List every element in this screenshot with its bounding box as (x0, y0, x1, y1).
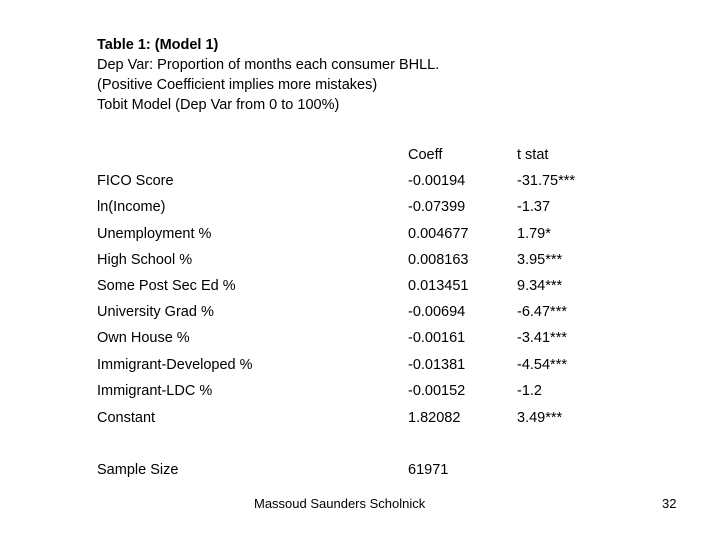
column-header-coeff: Coeff (408, 147, 443, 163)
row-tstat: -1.37 (517, 199, 551, 215)
table-title: Table 1: (Model 1) (97, 37, 219, 53)
row-label: Immigrant-Developed % (97, 357, 253, 373)
row-label: FICO Score (97, 173, 174, 189)
row-coeff: -0.01381 (408, 357, 466, 373)
row-coeff: -0.07399 (408, 199, 466, 215)
row-coeff: -0.00694 (408, 304, 466, 320)
page-number: 32 (662, 496, 677, 511)
row-tstat: -4.54*** (517, 357, 567, 373)
row-label: Immigrant-LDC % (97, 383, 213, 399)
row-label: University Grad % (97, 304, 214, 320)
row-label: Constant (97, 410, 156, 426)
row-coeff: 1.82082 (408, 410, 461, 426)
row-coeff: 0.004677 (408, 226, 469, 242)
row-label: Some Post Sec Ed % (97, 278, 236, 294)
row-label: Own House % (97, 330, 190, 346)
row-coeff: 0.013451 (408, 278, 469, 294)
sample-size-label: Sample Size (97, 462, 179, 478)
row-label: High School % (97, 252, 193, 268)
row-tstat: -1.2 (517, 383, 542, 399)
row-tstat: 3.95*** (517, 252, 563, 268)
model-description-line: Tobit Model (Dep Var from 0 to 100%) (97, 97, 340, 113)
row-tstat: 1.79* (517, 226, 551, 242)
row-coeff: -0.00194 (408, 173, 466, 189)
slide-header: Table 1: (Model 1) Dep Var: Proportion o… (97, 35, 439, 115)
row-coeff: -0.00152 (408, 383, 466, 399)
row-tstat: -3.41*** (517, 330, 567, 346)
row-tstat: 9.34*** (517, 278, 563, 294)
row-label: ln(Income) (97, 199, 166, 215)
coefficient-note-line: (Positive Coefficient implies more mista… (97, 77, 378, 93)
row-coeff: 0.008163 (408, 252, 469, 268)
row-tstat: -31.75*** (517, 173, 576, 189)
column-header-tstat: t stat (517, 147, 549, 163)
row-coeff: -0.00161 (408, 330, 466, 346)
sample-size-value: 61971 (408, 462, 449, 478)
footer-authors: Massoud Saunders Scholnick (254, 496, 426, 511)
dependent-variable-line: Dep Var: Proportion of months each consu… (97, 57, 440, 73)
row-tstat: -6.47*** (517, 304, 567, 320)
row-label: Unemployment % (97, 226, 212, 242)
row-tstat: 3.49*** (517, 410, 563, 426)
